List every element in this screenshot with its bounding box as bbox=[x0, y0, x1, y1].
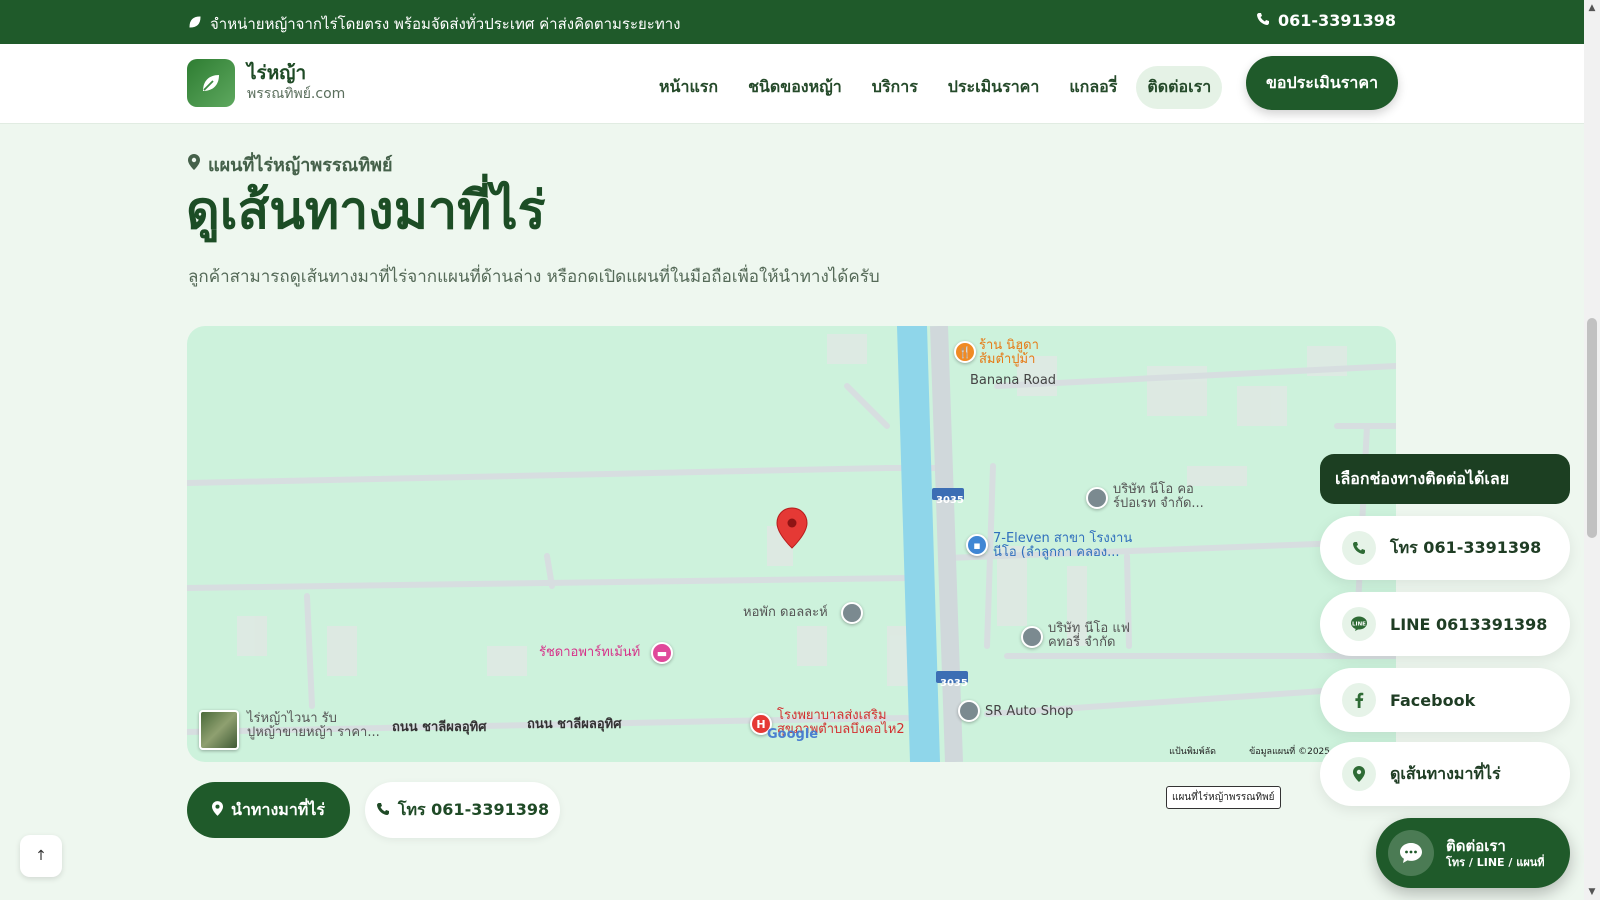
map-base bbox=[187, 326, 1396, 762]
contact-us-fab[interactable]: ติดต่อเรา โทร / LINE / แผนที่ bbox=[1376, 818, 1570, 888]
nav-home[interactable]: หน้าแรก bbox=[648, 66, 729, 109]
map-pin-icon bbox=[212, 800, 223, 820]
leaf-icon bbox=[188, 15, 202, 33]
apartment-pin-icon[interactable]: ▬ bbox=[651, 642, 673, 664]
page-title: ดูเส้นทางมาที่ไร่ bbox=[186, 180, 546, 241]
contact-phone-button[interactable]: โทร 061-3391398 bbox=[1320, 516, 1570, 580]
map-pin-icon bbox=[1342, 757, 1376, 791]
nav-estimate[interactable]: ประเมินราคา bbox=[937, 66, 1051, 109]
main-nav: หน้าแรก ชนิดของหญ้า บริการ ประเมินราคา แ… bbox=[648, 66, 1223, 109]
logo-domain: พรรณทิพย์.com bbox=[247, 86, 346, 102]
embedded-map[interactable]: 3035 3035 🍴 ร้าน นิฮูดา ส้มตำปูม้า Banan… bbox=[187, 326, 1396, 762]
fab-subtitle: โทร / LINE / แผนที่ bbox=[1446, 855, 1545, 869]
phone-icon bbox=[1256, 11, 1270, 30]
nav-grass-types[interactable]: ชนิดของหญ้า bbox=[737, 66, 853, 109]
navigate-to-farm-button[interactable]: นำทางมาที่ไร่ bbox=[187, 782, 350, 838]
sr-auto-shop-label: SR Auto Shop bbox=[985, 704, 1074, 719]
contact-facebook-button[interactable]: Facebook bbox=[1320, 668, 1570, 732]
announcement-text: จำหน่ายหญ้าจากไร่โดยตรง พร้อมจัดส่งทั่วป… bbox=[210, 15, 681, 33]
logo-name: ไร่หญ้า bbox=[247, 62, 307, 84]
map-caption: แผนที่ไร่หญ้าพรรณทิพย์ bbox=[1166, 786, 1281, 809]
contact-facebook-label: Facebook bbox=[1390, 690, 1476, 710]
page-scrollbar[interactable]: ▲ ▼ bbox=[1584, 0, 1600, 900]
scroll-down-arrow-icon[interactable]: ▼ bbox=[1584, 884, 1600, 900]
apartment-label: รัชดาอพาร์ทเม้นท์ bbox=[539, 645, 641, 660]
farm-photo-thumbnail[interactable] bbox=[199, 710, 239, 750]
factory-pin-icon[interactable] bbox=[1021, 626, 1043, 648]
topbar-phone-text: 061-3391398 bbox=[1278, 11, 1396, 30]
leaf-logo-icon bbox=[187, 59, 235, 107]
contact-panel-heading: เลือกช่องทางติดต่อได้เลย bbox=[1320, 454, 1570, 504]
page-subtitle: ลูกค้าสามารถดูเส้นทางมาที่ไร่จากแผนที่ด้… bbox=[188, 267, 880, 287]
google-logo: Google bbox=[767, 727, 819, 742]
store-pin-icon[interactable]: ▪ bbox=[966, 534, 988, 556]
farm-label: ไร่หญ้าไวนา รับ ปูหญ้าขายหญ้า ราคา... bbox=[247, 711, 380, 740]
company-neo-label: บริษัท นีโอ คอ ร์ปอเรท จำกัด... bbox=[1113, 482, 1204, 511]
banana-road-label: Banana Road bbox=[970, 373, 1057, 388]
announcement-bar: จำหน่ายหญ้าจากไร่โดยตรง พร้อมจัดส่งทั่วป… bbox=[0, 0, 1584, 44]
restaurant-label: ร้าน นิฮูดา ส้มตำปูม้า bbox=[979, 338, 1039, 367]
navigate-label: นำทางมาที่ไร่ bbox=[231, 799, 325, 819]
company-pin-icon[interactable] bbox=[1086, 487, 1108, 509]
contact-phone-label: โทร 061-3391398 bbox=[1390, 537, 1542, 557]
company-neo2-label: บริษัท นีโอ แฟ คทอรี่ จำกัด bbox=[1048, 621, 1130, 650]
scrollbar-thumb[interactable] bbox=[1587, 318, 1597, 538]
site-logo[interactable]: ไร่หญ้า พรรณทิพย์.com bbox=[187, 59, 345, 107]
phone-icon bbox=[1342, 531, 1376, 565]
route-3035-label: 3035 bbox=[936, 495, 964, 506]
facebook-icon bbox=[1342, 683, 1376, 717]
request-estimate-button[interactable]: ขอประเมินราคา bbox=[1246, 56, 1398, 110]
section-eyebrow: แผนที่ไร่หญ้าพรรณทิพย์ bbox=[188, 150, 393, 179]
restaurant-pin-icon[interactable]: 🍴 bbox=[954, 341, 976, 363]
contact-line-button[interactable]: LINE LINE 0613391398 bbox=[1320, 592, 1570, 656]
contact-directions-button[interactable]: ดูเส้นทางมาที่ไร่ bbox=[1320, 742, 1570, 806]
auto-shop-pin-icon[interactable] bbox=[958, 700, 980, 722]
line-icon: LINE bbox=[1342, 607, 1376, 641]
seven-eleven-label: 7-Eleven สาขา โรงงาน นีโอ (ลำลูกกา คลอง.… bbox=[993, 531, 1133, 560]
map-data-attribution[interactable]: ข้อมูลแผนที่ ©2025 bbox=[1249, 744, 1330, 758]
dorm-label: หอพัก ดอลละห์ bbox=[743, 605, 828, 620]
road-label-2: ถนน ชาลีผลอุทิศ bbox=[527, 717, 622, 732]
chat-bubble-icon bbox=[1388, 830, 1434, 876]
eyebrow-text: แผนที่ไร่หญ้าพรรณทิพย์ bbox=[208, 155, 393, 176]
back-to-top-button[interactable]: ↑ bbox=[20, 835, 62, 877]
phone-icon bbox=[376, 801, 390, 820]
contact-directions-label: ดูเส้นทางมาที่ไร่ bbox=[1390, 763, 1501, 783]
map-pin-icon bbox=[188, 154, 200, 175]
call-label: โทร 061-3391398 bbox=[397, 799, 550, 819]
site-header: ไร่หญ้า พรรณทิพย์.com หน้าแรก ชนิดของหญ้… bbox=[0, 44, 1584, 124]
fab-title: ติดต่อเรา bbox=[1446, 836, 1506, 855]
road-label-1: ถนน ชาลีผลอุทิศ bbox=[392, 720, 487, 735]
nav-gallery[interactable]: แกลอรี่ bbox=[1058, 66, 1128, 109]
nav-services[interactable]: บริการ bbox=[861, 66, 929, 109]
dorm-pin-icon[interactable] bbox=[841, 602, 863, 624]
route-3035-label-2: 3035 bbox=[940, 678, 968, 689]
nav-contact[interactable]: ติดต่อเรา bbox=[1136, 66, 1223, 109]
scroll-up-arrow-icon[interactable]: ▲ bbox=[1584, 0, 1600, 16]
keyboard-shortcuts-link[interactable]: แป้นพิมพ์ลัด bbox=[1169, 744, 1216, 758]
call-button[interactable]: โทร 061-3391398 bbox=[365, 782, 560, 838]
topbar-phone-link[interactable]: 061-3391398 bbox=[1256, 11, 1396, 30]
contact-line-label: LINE 0613391398 bbox=[1390, 614, 1548, 634]
svg-text:LINE: LINE bbox=[1352, 622, 1366, 628]
announcement: จำหน่ายหญ้าจากไร่โดยตรง พร้อมจัดส่งทั่วป… bbox=[188, 12, 681, 36]
